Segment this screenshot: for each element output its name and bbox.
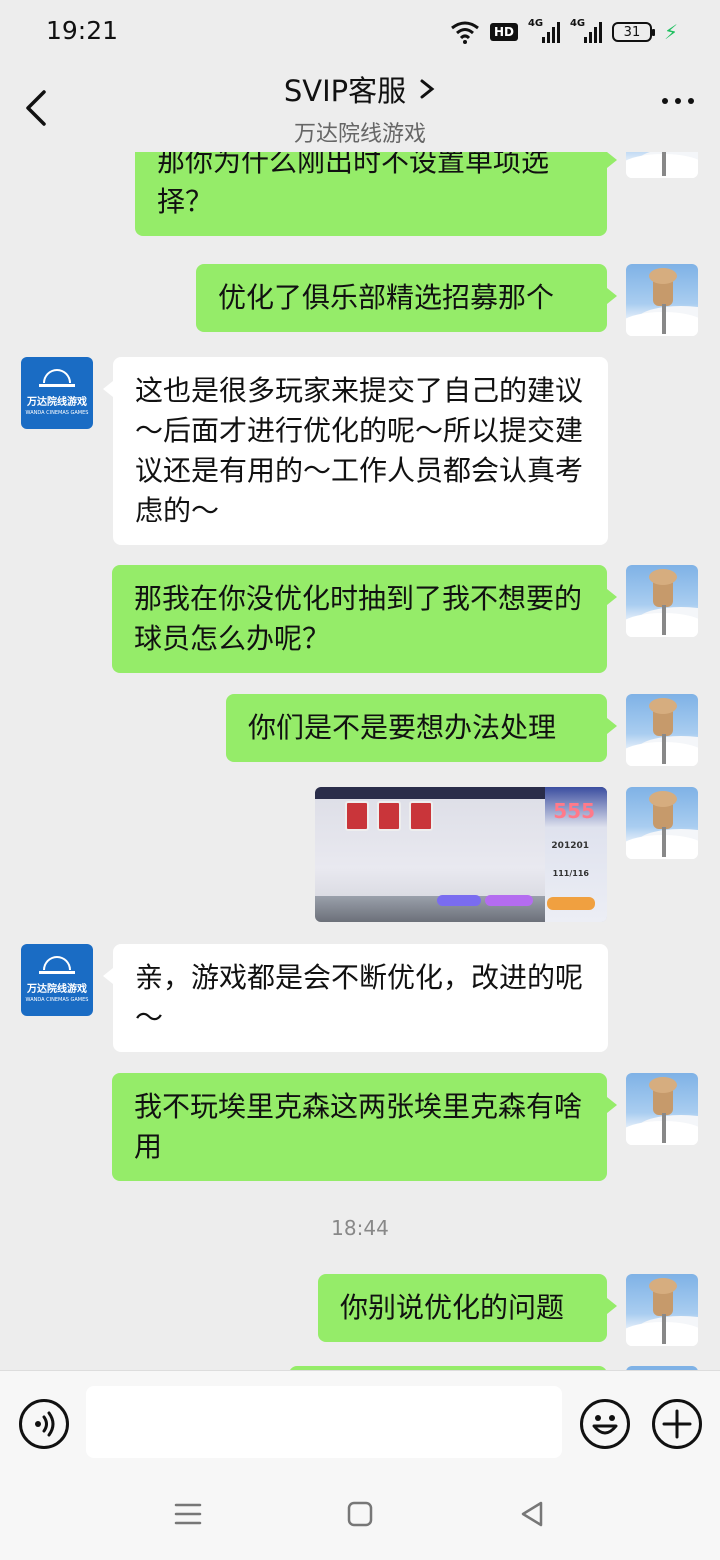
- game-button-image: [547, 897, 595, 910]
- system-nav-bar: [0, 1470, 720, 1560]
- my-message-bubble[interactable]: 那我在你没优化时抽到了我不想要的球员怎么办呢？: [112, 565, 617, 673]
- wifi-icon: [451, 21, 479, 44]
- game-number-text: 201201: [551, 841, 589, 851]
- charging-icon: ⚡: [663, 20, 678, 44]
- menu-icon[interactable]: [172, 1498, 204, 1530]
- chat-subtitle: 万达院线游戏: [293, 122, 426, 147]
- my-message-bubble[interactable]: 你别说优化的问题: [318, 1274, 617, 1342]
- my-avatar[interactable]: [626, 152, 698, 178]
- message-row: 万达院线游戏 WANDA CINEMAS GAMES 亲，游戏都是会不断优化，改…: [0, 944, 720, 1052]
- game-button-image: [485, 895, 533, 906]
- my-message-bubble[interactable]: 优化了俱乐部精选招募那个: [196, 264, 617, 332]
- network-type-label: 4G: [527, 18, 544, 29]
- chat-area[interactable]: 那你为什么刚出时不设置单项选择？ 优化了俱乐部精选招募那个 万达院线游戏 WAN…: [0, 152, 720, 1370]
- message-row: 我不玩埃里克森这两张埃里克森有啥用: [0, 1073, 720, 1181]
- message-row: 那你为什么刚出时不设置单项选择？: [0, 152, 720, 242]
- plus-icon: [662, 1409, 692, 1439]
- chat-header: SVIP客服 万达院线游戏: [0, 62, 720, 152]
- battery-level: 31: [623, 24, 641, 40]
- status-icons: HD 4G 4G 31 ⚡: [450, 18, 678, 46]
- home-icon[interactable]: [344, 1498, 376, 1530]
- network-type-label: 4G: [569, 18, 586, 29]
- chevron-right-icon[interactable]: [418, 77, 436, 101]
- game-score-text: 555: [553, 799, 595, 823]
- input-bar: [0, 1370, 720, 1470]
- more-functions-button[interactable]: [652, 1399, 702, 1449]
- my-avatar[interactable]: [626, 264, 698, 336]
- message-row: 那我在你没优化时抽到了我不想要的球员怎么办呢？: [0, 565, 720, 673]
- message-row: 555 201201 111/116: [0, 787, 720, 923]
- my-avatar[interactable]: [626, 565, 698, 637]
- wanda-logo-text: 万达院线游戏: [27, 984, 87, 995]
- other-message-bubble[interactable]: 这也是很多玩家来提交了自己的建议～后面才进行优化的呢～所以提交建议还是有用的～工…: [103, 357, 608, 545]
- wanda-logo-icon: [39, 956, 75, 974]
- wanda-logo-text: 万达院线游戏: [27, 397, 87, 408]
- back-nav-icon[interactable]: [516, 1498, 548, 1530]
- emoji-button[interactable]: [580, 1399, 630, 1449]
- my-avatar[interactable]: [626, 1274, 698, 1346]
- chat-title-area[interactable]: SVIP客服 万达院线游戏: [0, 68, 720, 148]
- dot-icon: [662, 98, 668, 104]
- wanda-avatar[interactable]: 万达院线游戏 WANDA CINEMAS GAMES: [21, 357, 93, 429]
- voice-input-button[interactable]: [19, 1399, 69, 1449]
- hd-icon: HD: [489, 23, 518, 41]
- my-message-bubble[interactable]: 你们是不是要想办法处理: [226, 694, 617, 762]
- status-time: 19:21: [46, 16, 119, 45]
- voice-icon: [35, 1411, 55, 1437]
- battery-icon: 31: [611, 22, 655, 42]
- dot-icon: [675, 98, 681, 104]
- other-message-bubble[interactable]: 亲，游戏都是会不断优化，改进的呢～: [103, 944, 608, 1052]
- game-button-image: [437, 895, 481, 906]
- status-bar: 19:21 HD 4G 4G 31 ⚡: [0, 0, 720, 62]
- wanda-logo-icon: [39, 369, 75, 387]
- wanda-avatar[interactable]: 万达院线游戏 WANDA CINEMAS GAMES: [21, 944, 93, 1016]
- my-message-bubble[interactable]: 我不玩埃里克森这两张埃里克森有啥用: [112, 1073, 617, 1181]
- my-avatar[interactable]: [626, 694, 698, 766]
- message-row: 你们是不是要想办法处理: [0, 694, 720, 766]
- more-options-button[interactable]: [662, 98, 694, 104]
- signal-icon: 4G: [527, 18, 560, 43]
- message-input[interactable]: [86, 1386, 562, 1458]
- player-card-image: [345, 801, 369, 831]
- image-message[interactable]: 555 201201 111/116: [315, 787, 607, 922]
- message-row: 优化了俱乐部精选招募那个: [0, 264, 720, 336]
- my-avatar[interactable]: [626, 1073, 698, 1145]
- chat-timestamp: 18:44: [331, 1216, 389, 1240]
- dot-icon: [688, 98, 694, 104]
- game-sub-text: 111/116: [552, 869, 589, 878]
- my-avatar[interactable]: [626, 787, 698, 859]
- player-card-image: [377, 801, 401, 831]
- message-row: 你别说优化的问题: [0, 1274, 720, 1346]
- wanda-logo-text-en: WANDA CINEMAS GAMES: [25, 997, 89, 1003]
- smiley-icon: [592, 1415, 618, 1435]
- my-message-bubble[interactable]: 那你为什么刚出时不设置单项选择？: [135, 152, 617, 236]
- message-row: 万达院线游戏 WANDA CINEMAS GAMES 这也是很多玩家来提交了自己…: [0, 357, 720, 545]
- wanda-logo-text-en: WANDA CINEMAS GAMES: [25, 410, 89, 416]
- player-card-image: [409, 801, 433, 831]
- signal-icon: 4G: [569, 18, 602, 43]
- chat-title[interactable]: SVIP客服: [284, 68, 406, 110]
